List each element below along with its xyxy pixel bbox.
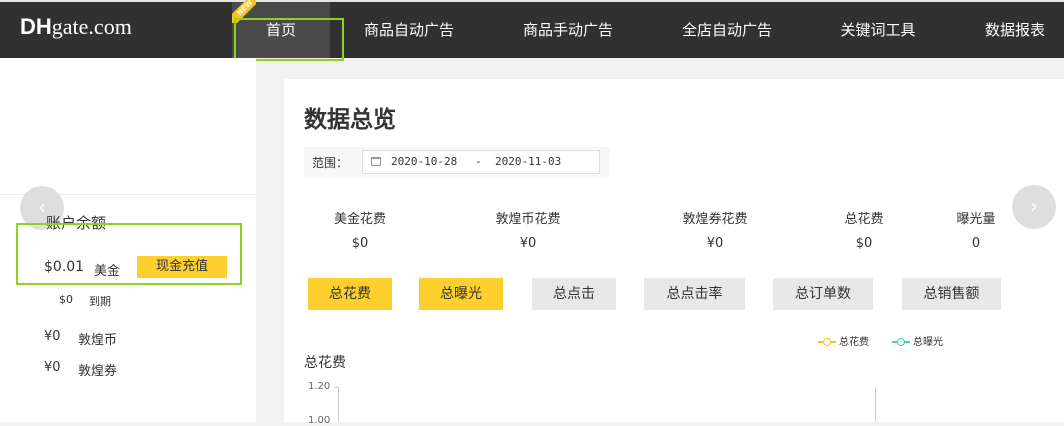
nav-item-product-manual-ads[interactable]: 商品手动广告 [523, 2, 613, 58]
nav-item-product-auto-ads[interactable]: 商品自动广告 [364, 2, 454, 58]
stat-label-total-spend: 总花费 [844, 212, 884, 227]
y-axis-tick: 1.00 [308, 415, 331, 426]
coin-amount: ¥0 [44, 329, 61, 344]
tab-total-orders[interactable]: 总订单数 [773, 278, 873, 310]
data-overview-panel [284, 79, 1064, 422]
legend-line-icon [892, 337, 910, 347]
stat-value-total-spend: $0 [855, 236, 873, 251]
chart-y-axis-line [338, 387, 339, 422]
stat-value-coupon-spend: ¥0 [706, 236, 724, 251]
date-range-input[interactable]: 2020-10-28 - 2020-11-03 [362, 150, 600, 174]
date-range-box: 范围： 2020-10-28 - 2020-11-03 [304, 147, 610, 177]
dhgate-logo[interactable]: DHgate.com [20, 14, 132, 40]
coupon-amount: ¥0 [44, 360, 61, 375]
stat-label-coin-spend: 敦煌币花费 [495, 212, 561, 227]
highlight-box-home [234, 18, 344, 61]
expire-label: 到期 [89, 295, 111, 308]
carousel-next-button[interactable]: › [1012, 185, 1056, 229]
coin-label: 敦煌币 [78, 333, 118, 348]
chart-y-axis-tickmark [334, 387, 338, 388]
tab-total-clicks[interactable]: 总点击 [532, 278, 616, 310]
stat-label-coupon-spend: 敦煌券花费 [682, 212, 748, 227]
stat-label-impressions: 曝光量 [956, 212, 996, 227]
range-label: 范围： [312, 156, 349, 170]
tab-total-spend[interactable]: 总花费 [308, 278, 392, 310]
expire-amount: $0 [59, 293, 73, 306]
highlight-box-balance [16, 223, 242, 285]
calendar-icon [371, 157, 381, 166]
nav-item-data-report[interactable]: 数据报表 [985, 2, 1045, 58]
tab-total-impressions[interactable]: 总曝光 [419, 278, 503, 310]
date-start: 2020-10-28 [391, 155, 458, 168]
legend-item-total-impressions[interactable]: 总曝光 [892, 333, 943, 348]
date-end: 2020-11-03 [495, 155, 562, 168]
chevron-left-icon: ‹ [38, 195, 46, 219]
legend-item-total-spend[interactable]: 总花费 [818, 333, 869, 348]
nav-item-store-auto-ads[interactable]: 全店自动广告 [682, 2, 772, 58]
stat-label-usd-spend: 美金花费 [333, 212, 387, 227]
date-separator: - [475, 155, 482, 168]
top-nav-bar: DHgate.com NEW 首页 商品自动广告 商品手动广告 全店自动广告 关… [0, 0, 1064, 58]
chevron-right-icon: › [1030, 194, 1038, 218]
tab-total-sales[interactable]: 总销售额 [902, 278, 1001, 310]
chart-gridline [875, 387, 876, 422]
coupon-label: 敦煌券 [78, 364, 118, 379]
stat-value-usd-spend: $0 [351, 236, 369, 251]
stat-value-impressions: 0 [971, 236, 981, 251]
chart-title: 总花费 [304, 355, 346, 371]
page-title: 数据总览 [304, 107, 396, 133]
tab-total-ctr[interactable]: 总点击率 [644, 278, 745, 310]
y-axis-tick: 1.20 [308, 381, 331, 392]
legend-line-icon [818, 337, 836, 347]
nav-item-keyword-tool[interactable]: 关键词工具 [840, 2, 915, 58]
stat-value-coin-spend: ¥0 [519, 236, 537, 251]
